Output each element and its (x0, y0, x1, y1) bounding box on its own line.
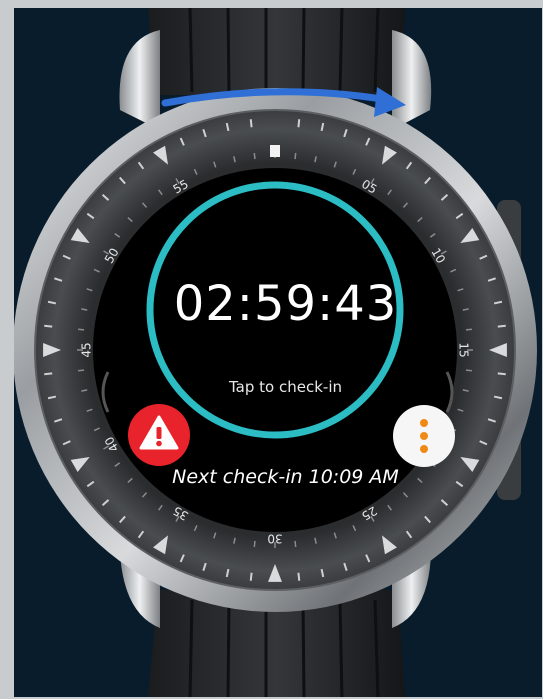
bezel-minute-tick (44, 372, 53, 376)
chapter-ring-tick (294, 153, 297, 160)
lug-top-right (392, 30, 432, 130)
bezel-number: 15 (457, 342, 471, 357)
next-checkin-text: Next check-in 10:09 AM (172, 466, 399, 488)
lug-top-left (119, 30, 160, 130)
bezel-minute-tick (297, 572, 301, 581)
watch-illustration: 5505101520253035404550 (14, 8, 537, 697)
screenshot-frame: 5505101520253035404550 02:59:43 Tap to c… (14, 8, 542, 697)
chapter-ring-tick (78, 369, 85, 372)
check-in-label[interactable]: Tap to check-in (14, 378, 542, 396)
bezel-number: 45 (80, 342, 94, 357)
bezel-minute-tick (497, 372, 506, 376)
bezel-minute-tick (249, 119, 253, 128)
bezel-minute-tick (249, 572, 253, 581)
twelve-marker (270, 145, 280, 157)
countdown-timer[interactable]: 02:59:43 (14, 276, 542, 332)
watch-strap-top (148, 8, 405, 95)
chapter-ring-tick (465, 369, 472, 372)
alert-button[interactable] (128, 404, 190, 466)
chapter-ring-tick (294, 540, 297, 547)
chapter-ring-tick (253, 153, 256, 160)
chapter-ring-tick (253, 540, 256, 547)
bezel-minute-tick (297, 119, 301, 128)
more-options-button[interactable] (393, 405, 455, 467)
bezel-number: 30 (267, 532, 282, 546)
warning-triangle-icon (139, 415, 179, 450)
